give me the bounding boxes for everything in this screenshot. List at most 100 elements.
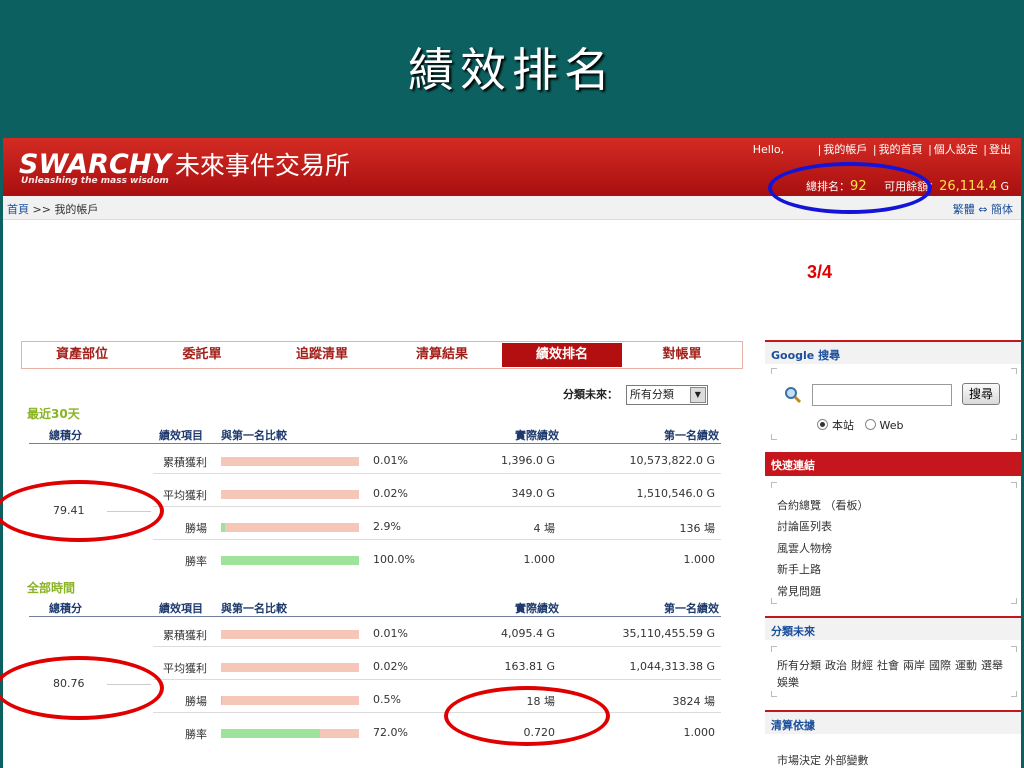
tab-orders[interactable]: 委託單 <box>142 342 262 368</box>
radio-site-label: 本站 <box>832 419 854 432</box>
link-my-home[interactable]: 我的首頁 <box>879 143 923 156</box>
hello-text: Hello, <box>752 143 785 156</box>
breadcrumb-home[interactable]: 首頁 <box>7 203 29 216</box>
compare-bar <box>221 663 359 672</box>
cat-link[interactable]: 國際 <box>929 659 951 672</box>
logo-site-name: 未來事件交易所 <box>174 151 350 180</box>
compare-bar <box>221 696 359 705</box>
box-corner <box>1011 691 1017 697</box>
annotation-blue-ring <box>768 162 932 214</box>
logo-tagline: Unleashing the mass wisdom <box>21 176 169 186</box>
settle-link-external[interactable]: 外部變數 <box>825 754 869 767</box>
dropdown-arrow-icon[interactable]: ▼ <box>689 387 706 403</box>
radio-web-label: Web <box>879 419 904 432</box>
perf-item-label: 勝率 <box>185 555 207 568</box>
filter-label: 分類未來： <box>563 388 618 401</box>
top-value: 1.000 <box>683 553 716 566</box>
google-search-input[interactable] <box>812 384 952 406</box>
breadcrumb-sep: >> <box>32 203 51 216</box>
link-logout[interactable]: 登出 <box>989 143 1011 156</box>
radio-web[interactable] <box>864 419 876 430</box>
cat-link[interactable]: 財經 <box>851 659 873 672</box>
top-value: 3824 場 <box>672 695 716 708</box>
compare-bar-fill <box>221 556 359 565</box>
row-divider <box>153 646 721 647</box>
top-value: 1.000 <box>683 726 716 739</box>
lang-simplified[interactable]: 簡体 <box>991 203 1013 216</box>
google-search-head: Google 搜尋 <box>765 340 1021 364</box>
compare-pct: 100.0% <box>373 553 415 566</box>
col-head-item: 績效項目 <box>159 602 203 615</box>
row-divider <box>153 506 721 507</box>
box-corner <box>771 482 777 488</box>
perf-item-label: 勝場 <box>185 522 207 535</box>
top-value: 1,510,546.0 G <box>636 487 716 500</box>
perf-item-label: 累積獲利 <box>163 456 207 469</box>
box-corner <box>771 368 777 374</box>
tab-assets[interactable]: 資產部位 <box>22 342 142 368</box>
category-select[interactable]: 所有分類 ▼ <box>625 385 708 405</box>
cat-link[interactable]: 社會 <box>877 659 899 672</box>
tab-performance[interactable]: 績效排名 <box>502 343 622 367</box>
table-header-line <box>29 443 721 444</box>
box-corner <box>1011 482 1017 488</box>
radio-site[interactable] <box>817 419 828 430</box>
cat-link[interactable]: 運動 <box>955 659 977 672</box>
perf-item-label: 累積獲利 <box>163 629 207 642</box>
magnifier-icon <box>784 386 802 408</box>
tab-settlement[interactable]: 清算結果 <box>382 342 502 368</box>
balance-value: 26,114.4 <box>939 179 997 194</box>
balance-unit: G <box>1000 180 1009 193</box>
account-tabs: 資產部位 委託單 追蹤清單 清算結果 績效排名 對帳單 <box>21 341 743 369</box>
compare-pct: 0.01% <box>373 454 408 467</box>
row-divider <box>153 539 721 540</box>
quick-link-contracts[interactable]: 合約總覽 （看板） <box>777 497 869 513</box>
tab-watchlist[interactable]: 追蹤清單 <box>262 342 382 368</box>
top-value: 1,044,313.38 G <box>629 660 716 673</box>
col-head-total: 總積分 <box>49 429 82 442</box>
quick-link-newbie[interactable]: 新手上路 <box>777 561 821 577</box>
breadcrumb: 首頁 >> 我的帳戶 <box>7 201 98 217</box>
cat-link[interactable]: 兩岸 <box>903 659 925 672</box>
tab-statement[interactable]: 對帳單 <box>622 342 742 368</box>
table-header-line <box>29 616 721 617</box>
col-head-top: 第一名績效 <box>664 602 719 615</box>
settle-links: 市場決定 外部變數 <box>777 752 869 768</box>
actual-value: 1.000 <box>523 553 556 566</box>
col-head-item: 績效項目 <box>159 429 203 442</box>
settle-link-market[interactable]: 市場決定 <box>777 754 821 767</box>
box-corner <box>1011 598 1017 604</box>
language-switch: 繁體 ⇔ 簡体 <box>953 201 1013 217</box>
cat-link[interactable]: 娛樂 <box>777 676 799 689</box>
perf-item-label: 平均獲利 <box>163 662 207 675</box>
category-links: 所有分類 政治 財經 社會 兩岸 國際 運動 選舉娛樂 <box>777 657 1009 691</box>
compare-bar <box>221 490 359 499</box>
compare-bar <box>221 523 359 532</box>
compare-bar <box>221 457 359 466</box>
col-head-compare: 與第一名比較 <box>221 602 287 615</box>
search-button[interactable]: 搜尋 <box>962 383 1000 405</box>
row-divider <box>153 473 721 474</box>
box-corner <box>1011 434 1017 440</box>
cat-link[interactable]: 選舉 <box>981 659 1003 672</box>
link-my-account[interactable]: 我的帳戶 <box>823 143 867 156</box>
lang-traditional[interactable]: 繁體 <box>953 203 975 216</box>
col-head-total: 總積分 <box>49 602 82 615</box>
top-value: 10,573,822.0 G <box>629 454 716 467</box>
cat-link[interactable]: 政治 <box>825 659 847 672</box>
slide-page-number: 3/4 <box>807 262 833 282</box>
actual-value: 4,095.4 G <box>500 627 555 640</box>
annotation-red-ring <box>0 656 164 720</box>
link-settings[interactable]: 個人設定 <box>934 143 978 156</box>
box-corner <box>1011 646 1017 652</box>
quick-link-faq[interactable]: 常見問題 <box>777 583 821 599</box>
box-corner <box>771 434 777 440</box>
lang-arrow-icon: ⇔ <box>978 203 988 216</box>
slide-title: 績效排名 <box>408 43 616 97</box>
quick-link-leaders[interactable]: 風雲人物榜 <box>777 540 832 556</box>
box-corner <box>771 598 777 604</box>
compare-bar-fill <box>221 523 225 532</box>
cat-link[interactable]: 所有分類 <box>777 659 821 672</box>
quick-link-forum[interactable]: 討論區列表 <box>777 518 832 534</box>
top-links: Hello, | 我的帳戶 | 我的首頁 | 個人設定 | 登出 <box>752 143 1011 156</box>
